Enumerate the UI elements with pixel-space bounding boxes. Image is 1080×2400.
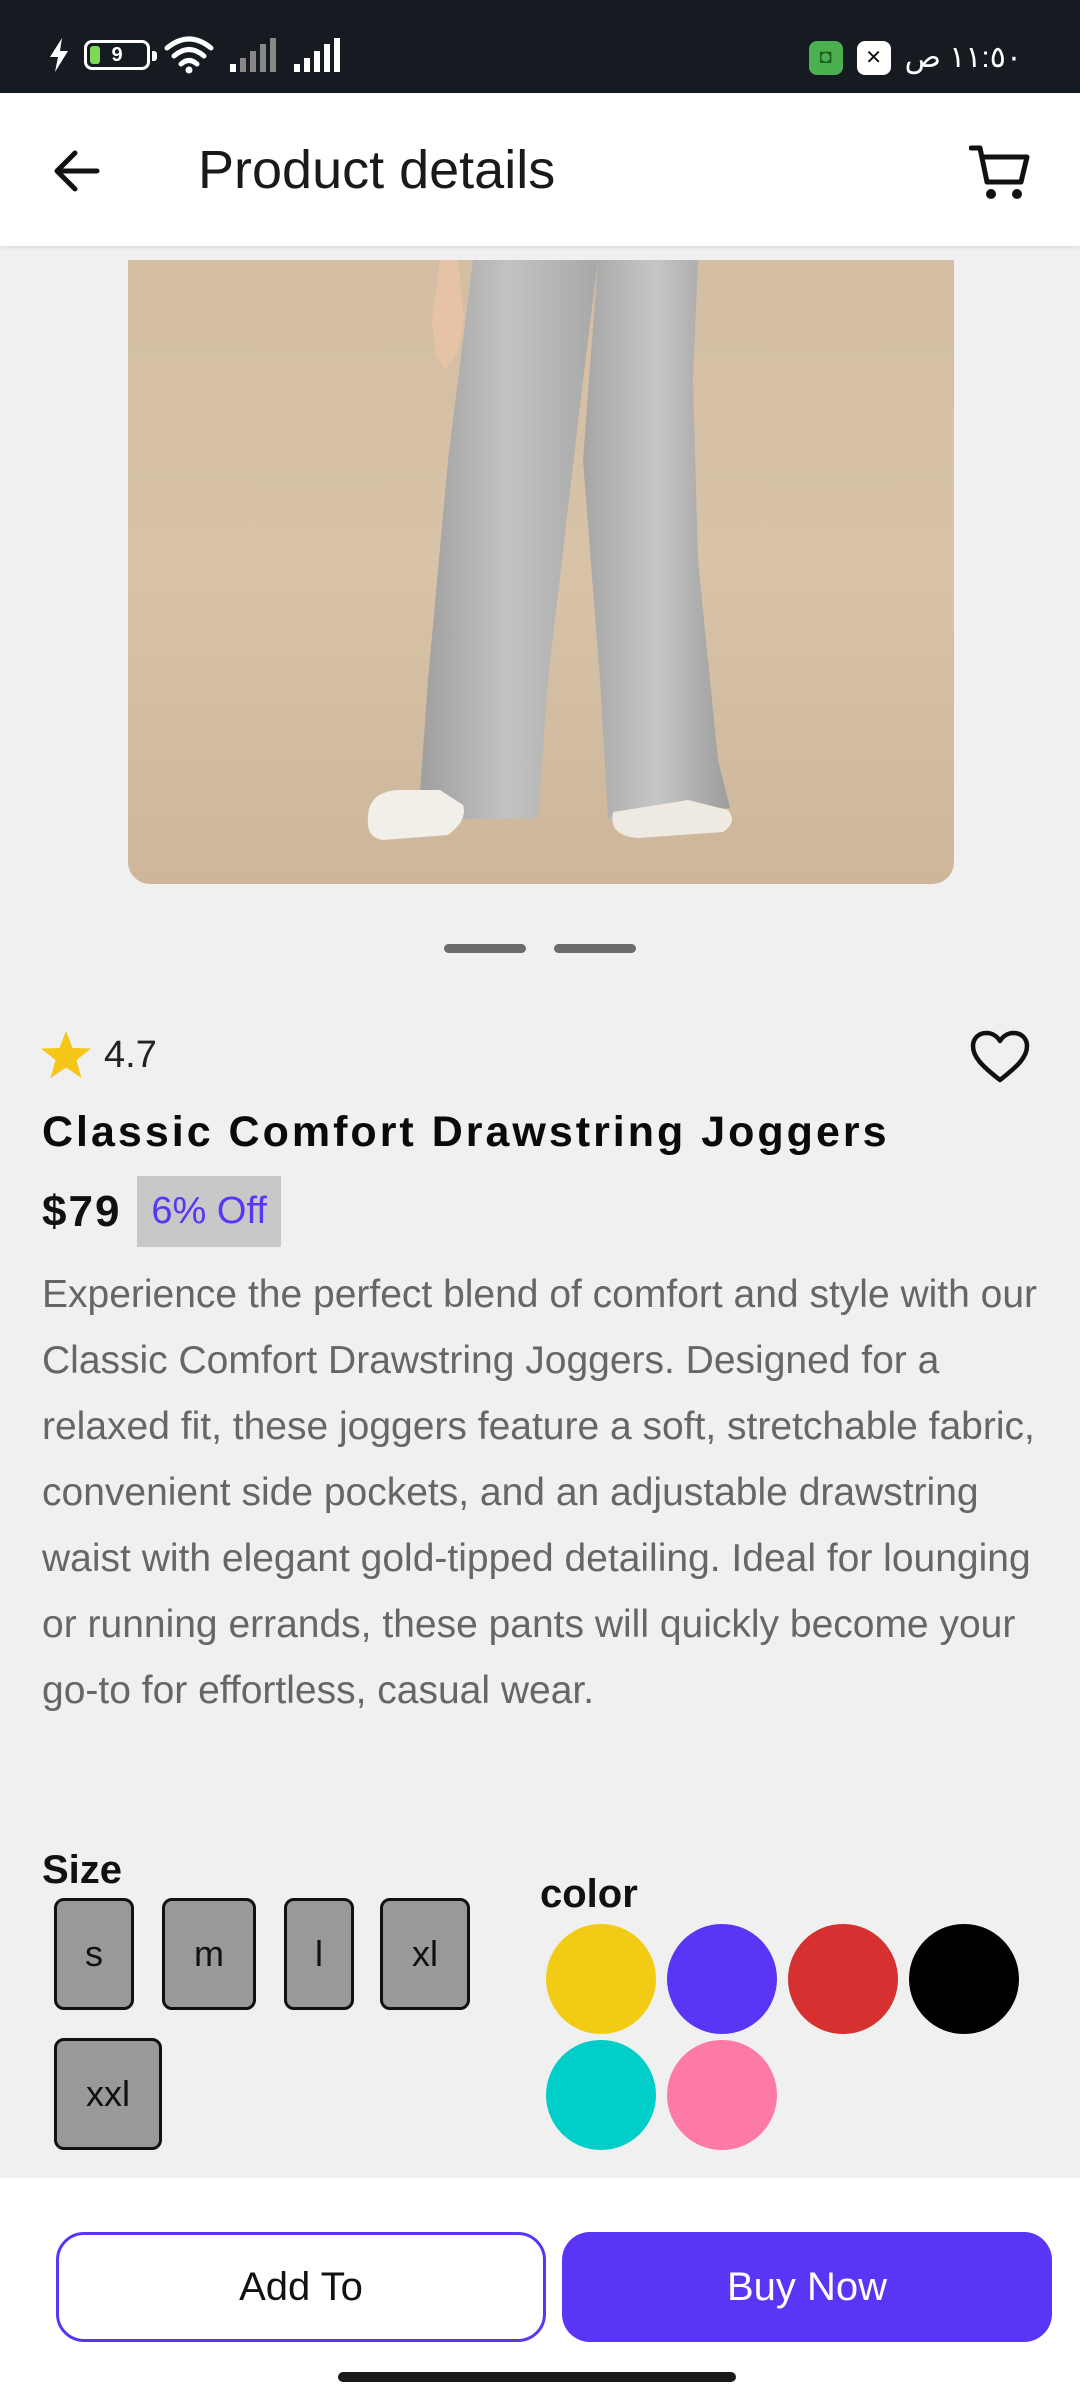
color-swatch-yellow[interactable] bbox=[546, 1924, 656, 2034]
size-option-xxl[interactable]: xxl bbox=[54, 2038, 162, 2150]
battery-level: 9 bbox=[111, 43, 123, 66]
product-description: Experience the perfect blend of comfort … bbox=[42, 1273, 1038, 1712]
rating-value: 4.7 bbox=[104, 1033, 157, 1076]
bottom-action-bar: Add To Buy Now bbox=[0, 2178, 1080, 2400]
color-swatch-black[interactable] bbox=[909, 1924, 1019, 2034]
battery-icon: 9 bbox=[84, 40, 157, 70]
cart-button[interactable] bbox=[960, 137, 1040, 209]
status-bar: 9 ◘ ✕ ١١:٥٠ ص bbox=[0, 0, 1080, 93]
wifi-icon bbox=[164, 36, 214, 74]
notification-app-icon: ✕ bbox=[856, 40, 891, 75]
heart-icon bbox=[970, 1030, 1030, 1083]
arrow-left-icon bbox=[54, 150, 100, 192]
carousel-dot[interactable] bbox=[554, 944, 636, 953]
price: $79 bbox=[42, 1186, 122, 1236]
page-title: Product details bbox=[198, 140, 556, 200]
product-image[interactable] bbox=[128, 260, 954, 884]
star-icon bbox=[41, 1031, 91, 1078]
wishlist-button[interactable] bbox=[964, 1024, 1036, 1090]
size-option-m[interactable]: m bbox=[162, 1898, 256, 2010]
size-option-xl[interactable]: xl bbox=[380, 1898, 470, 2010]
price-row: $79 6% Off bbox=[42, 1176, 281, 1247]
color-label: color bbox=[540, 1872, 638, 1916]
buy-now-button[interactable]: Buy Now bbox=[562, 2232, 1052, 2342]
signal-strong-icon bbox=[294, 38, 340, 72]
color-swatch-purple[interactable] bbox=[667, 1924, 777, 2034]
size-option-l[interactable]: l bbox=[284, 1898, 354, 2010]
joggers-photo bbox=[367, 260, 732, 840]
color-swatch-pink[interactable] bbox=[667, 2040, 777, 2150]
color-swatch-red[interactable] bbox=[788, 1924, 898, 2034]
clock: ١١:٥٠ ص bbox=[904, 41, 1022, 74]
back-button[interactable] bbox=[44, 139, 108, 203]
carousel-dot[interactable] bbox=[444, 944, 526, 953]
signal-weak-icon bbox=[230, 38, 276, 72]
home-indicator[interactable] bbox=[338, 2372, 736, 2382]
app-bar: Product details bbox=[0, 93, 1080, 246]
carousel-indicator bbox=[0, 944, 1080, 953]
size-option-s[interactable]: s bbox=[54, 1898, 134, 2010]
add-to-cart-button[interactable]: Add To bbox=[56, 2232, 546, 2342]
discount-badge: 6% Off bbox=[137, 1176, 281, 1247]
shopping-cart-icon bbox=[969, 145, 1030, 199]
color-swatch-teal[interactable] bbox=[546, 2040, 656, 2150]
size-label: Size bbox=[42, 1848, 123, 1892]
product-name: Classic Comfort Drawstring Joggers bbox=[42, 1108, 890, 1156]
charging-bolt-icon bbox=[50, 38, 68, 72]
rating: 4.7 bbox=[40, 1030, 157, 1080]
notification-app-icon: ◘ bbox=[808, 40, 843, 75]
